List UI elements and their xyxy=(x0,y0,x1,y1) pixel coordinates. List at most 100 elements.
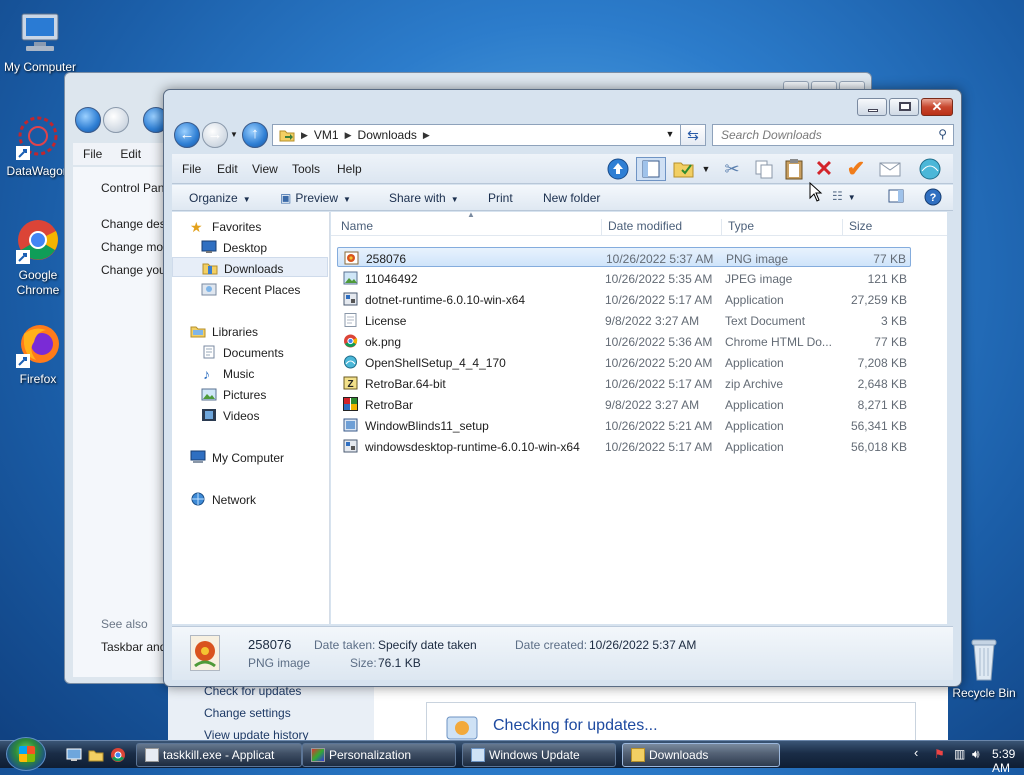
taskbar-link[interactable]: Taskbar and xyxy=(101,640,171,654)
file-row[interactable]: RetroBar 9/8/2022 3:27 AM Application 8,… xyxy=(337,394,911,414)
change-desktop-link[interactable]: Change des xyxy=(101,217,171,231)
toolbar-up-button[interactable] xyxy=(606,157,630,181)
desktop-icon-my-computer[interactable]: My Computer xyxy=(0,10,80,75)
chrome-quicklaunch-icon[interactable] xyxy=(110,747,126,763)
toolbar-folder-options-button[interactable] xyxy=(672,157,696,181)
file-type: Application xyxy=(725,356,784,370)
action-center-icon[interactable]: ⚑ xyxy=(934,747,945,761)
close-button[interactable]: ✕ xyxy=(921,98,953,116)
chevron-down-icon: ▼ xyxy=(343,195,351,204)
preview-pane-button[interactable] xyxy=(888,188,904,207)
menu-file[interactable]: File xyxy=(73,143,110,161)
show-desktop-icon[interactable] xyxy=(66,747,82,763)
recent-pages-dropdown[interactable]: ▼ xyxy=(230,130,238,139)
menu-edit[interactable]: Edit xyxy=(110,143,149,161)
up-button[interactable]: ↑ xyxy=(242,122,268,148)
chevron-down-icon: ▼ xyxy=(242,195,251,204)
menu-help[interactable]: Help xyxy=(337,162,362,176)
volume-icon[interactable]: 🔊︎ xyxy=(972,747,980,762)
minimize-button[interactable] xyxy=(857,98,887,116)
control-panel-home-link[interactable]: Control Pan xyxy=(101,181,171,195)
taskbar-button-personalization[interactable]: Personalization xyxy=(302,743,456,767)
pictures-icon xyxy=(201,388,217,401)
file-thumbnail xyxy=(190,635,220,671)
menu-edit[interactable]: Edit xyxy=(217,162,238,176)
file-date: 10/26/2022 5:17 AM xyxy=(605,440,713,454)
back-button[interactable]: ← xyxy=(174,122,200,148)
toolbar-shell-button[interactable] xyxy=(918,157,942,181)
file-row[interactable]: WindowBlinds11_setup 10/26/2022 5:21 AM … xyxy=(337,415,911,435)
change-mouse-link[interactable]: Change mo xyxy=(101,240,171,254)
share-with-button[interactable]: Share with ▼ xyxy=(389,191,459,205)
toolbar-cut-button[interactable]: ✂ xyxy=(720,157,744,181)
organize-button[interactable]: Organize ▼ xyxy=(189,191,251,205)
breadcrumb-vm1[interactable]: VM1 xyxy=(314,128,339,142)
taskbar-button-downloads[interactable]: Downloads xyxy=(622,743,780,767)
toolbar-paste-button[interactable] xyxy=(782,157,806,181)
column-header-name[interactable]: Name xyxy=(335,219,593,236)
address-history-dropdown[interactable]: ▼ xyxy=(660,124,680,146)
file-name: windowsdesktop-runtime-6.0.10-win-x64 xyxy=(365,440,580,454)
preview-label: Preview xyxy=(295,191,339,205)
nav-network[interactable]: Network xyxy=(172,489,328,509)
file-size: 121 KB xyxy=(867,272,907,286)
preview-button[interactable]: ▣ Preview ▼ xyxy=(280,191,351,205)
date-taken-value[interactable]: Specify date taken xyxy=(378,638,477,652)
toolbar-copy-button[interactable] xyxy=(752,157,776,181)
start-button[interactable] xyxy=(6,737,46,771)
nav-music[interactable]: ♪ Music xyxy=(172,363,328,383)
forward-button[interactable] xyxy=(103,107,129,133)
help-icon: ? xyxy=(924,188,942,206)
help-button[interactable]: ? xyxy=(924,188,942,209)
network-tray-icon[interactable]: ▥ xyxy=(954,747,965,761)
toolbar-mail-button[interactable] xyxy=(878,157,902,181)
folder-options-dropdown[interactable]: ▼ xyxy=(694,157,718,181)
nav-my-computer[interactable]: My Computer xyxy=(172,447,328,467)
column-header-size[interactable]: Size xyxy=(842,219,922,236)
column-header-type[interactable]: Type xyxy=(721,219,841,236)
nav-desktop[interactable]: Desktop xyxy=(172,237,328,257)
breadcrumb-downloads[interactable]: Downloads xyxy=(358,128,417,142)
file-row[interactable]: ok.png 10/26/2022 5:36 AM Chrome HTML Do… xyxy=(337,331,911,351)
toolbar-properties-button[interactable]: ✔ xyxy=(844,156,868,181)
menu-tools[interactable]: Tools xyxy=(292,162,320,176)
refresh-button[interactable]: ⇆ xyxy=(680,124,706,146)
nav-documents[interactable]: Documents xyxy=(172,342,328,362)
change-settings-link[interactable]: Change settings xyxy=(204,706,291,720)
view-options-button[interactable]: ☷ ▼ xyxy=(832,189,856,203)
file-row[interactable]: windowsdesktop-runtime-6.0.10-win-x64 10… xyxy=(337,436,911,456)
maximize-button[interactable] xyxy=(889,98,919,116)
taskbar-button-taskkill[interactable]: taskkill.exe - Applicat xyxy=(136,743,302,767)
menu-view[interactable]: View xyxy=(252,162,278,176)
file-name: 258076 xyxy=(366,252,407,266)
address-bar[interactable]: ▶ VM1 ▶ Downloads ▶ xyxy=(272,124,706,146)
change-account-link[interactable]: Change you xyxy=(101,263,171,277)
file-row[interactable]: 258076 10/26/2022 5:37 AM PNG image 77 K… xyxy=(337,247,911,267)
print-button[interactable]: Print xyxy=(488,191,513,205)
tray-expand-icon[interactable]: ‹ xyxy=(914,745,918,760)
clock[interactable]: 5:39 AM xyxy=(992,747,1024,775)
back-button[interactable] xyxy=(75,107,101,133)
nav-pictures[interactable]: Pictures xyxy=(172,384,328,404)
file-row[interactable]: OpenShellSetup_4_4_170 10/26/2022 5:20 A… xyxy=(337,352,911,372)
nav-recent-places[interactable]: Recent Places xyxy=(172,279,328,299)
explorer-quicklaunch-icon[interactable] xyxy=(88,747,104,763)
file-row[interactable]: License 9/8/2022 3:27 AM Text Document 3… xyxy=(337,310,911,330)
file-row[interactable]: 11046492 10/26/2022 5:35 AM JPEG image 1… xyxy=(337,268,911,288)
file-row[interactable]: dotnet-runtime-6.0.10-win-x64 10/26/2022… xyxy=(337,289,911,309)
forward-button[interactable]: → xyxy=(202,122,228,148)
nav-downloads[interactable]: Downloads xyxy=(172,257,328,277)
new-folder-button[interactable]: New folder xyxy=(543,191,600,205)
search-input[interactable]: Search Downloads ⚲ xyxy=(712,124,954,146)
menu-file[interactable]: File xyxy=(182,162,201,176)
nav-favorites[interactable]: ★ Favorites xyxy=(172,216,328,236)
file-row[interactable]: Z RetroBar.64-bit 10/26/2022 5:17 AM zip… xyxy=(337,373,911,393)
nav-videos[interactable]: Videos xyxy=(172,405,328,425)
column-header-date-modified[interactable]: Date modified xyxy=(601,219,721,236)
nav-libraries[interactable]: Libraries xyxy=(172,321,328,341)
flower-image-icon xyxy=(191,636,219,670)
toolbar-delete-button[interactable]: ✕ xyxy=(812,156,836,181)
taskbar-button-windows-update[interactable]: Windows Update xyxy=(462,743,616,767)
toolbar-folders-button[interactable] xyxy=(636,157,666,181)
menu-bar: File Edit View Tools Help ▼ ✂ ✕ ✔ xyxy=(172,154,953,184)
